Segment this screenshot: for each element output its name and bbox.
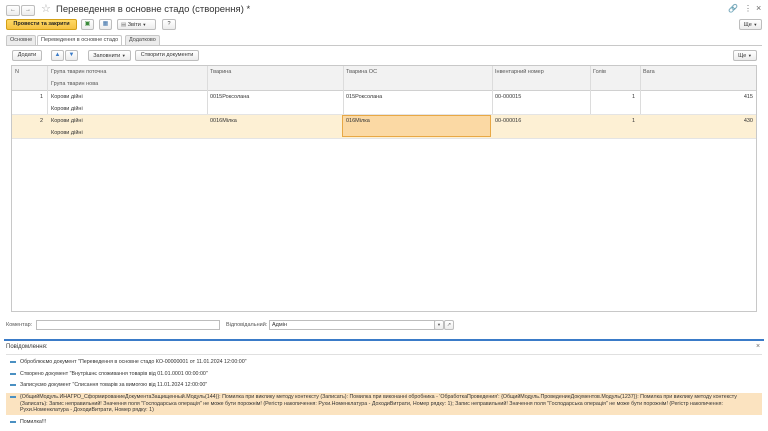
fill-label: Заповнити	[93, 53, 121, 59]
group-current-cell[interactable]: Корови дійні	[51, 94, 83, 100]
group-new-cell[interactable]: Корови дійні	[51, 106, 83, 112]
col-group-new-header[interactable]: Група тварин нова	[51, 81, 98, 87]
weight-cell[interactable]: 430	[643, 118, 753, 124]
favorite-star-icon[interactable]: ☆	[41, 2, 51, 15]
tabs-divider	[6, 45, 762, 46]
comment-label: Коментар:	[6, 322, 33, 328]
chevron-down-icon: ▼	[437, 322, 441, 327]
save-button[interactable]: ▦	[99, 19, 112, 30]
table-more-label: Ще	[738, 53, 747, 59]
chevron-down-icon: ▼	[142, 22, 147, 27]
heads-cell[interactable]: 1	[593, 94, 635, 100]
forward-button[interactable]: →	[21, 5, 35, 16]
document-post-icon: ▣	[84, 21, 91, 27]
post-and-close-button[interactable]: Провести та закрити	[6, 19, 77, 30]
responsible-open-button[interactable]: ↗	[444, 320, 454, 330]
message-item-error[interactable]: {ОбщийМодуль.ИНАГРО_СформированиеДокумен…	[6, 393, 762, 415]
arrow-up-icon: ▲	[54, 52, 61, 58]
inventory-cell[interactable]: 00-000016	[495, 118, 521, 124]
message-text: Створено документ "Внутрішнє споживання …	[20, 371, 208, 377]
messages-close-icon[interactable]: ×	[756, 343, 760, 350]
open-link-icon: ↗	[446, 322, 452, 328]
animal-cell[interactable]: 0015Роксолана	[210, 94, 249, 100]
more-button[interactable]: Ще ▼	[739, 19, 762, 30]
table-more-button[interactable]: Ще ▼	[733, 50, 757, 61]
messages-header-divider	[6, 354, 762, 355]
add-row-button[interactable]: Додати	[12, 50, 42, 61]
col-group-current-header[interactable]: Група тварин поточна	[51, 69, 106, 75]
tab-main[interactable]: Основне	[6, 35, 37, 45]
responsible-dropdown-button[interactable]: ▼	[434, 320, 444, 330]
save-icon: ▦	[102, 21, 109, 27]
chevron-down-icon: ▼	[753, 22, 758, 27]
inventory-cell[interactable]: 00-000015	[495, 94, 521, 100]
col-animal-os-header[interactable]: Тварина ОС	[346, 69, 377, 75]
move-up-button[interactable]: ▲	[51, 50, 64, 61]
reports-button[interactable]: ▤ Звіти ▼	[117, 19, 156, 30]
create-documents-button[interactable]: Створити документи	[135, 50, 199, 61]
arrow-right-icon: →	[25, 7, 31, 13]
arrow-down-icon: ▼	[68, 52, 75, 58]
arrow-left-icon: ←	[10, 7, 16, 13]
messages-divider	[4, 339, 764, 341]
more-vertical-icon[interactable]: ⋮	[744, 4, 752, 13]
weight-cell[interactable]: 415	[643, 94, 753, 100]
messages-title: Повідомлення:	[6, 344, 48, 350]
message-item[interactable]: Оброблюємо документ "Переведення в основ…	[6, 359, 762, 366]
table-row[interactable]: 1 Корови дійні Корови дійні 0015Роксолан…	[12, 91, 756, 115]
animals-table: N Група тварин поточна Група тварин нова…	[11, 65, 757, 312]
fill-button[interactable]: Заповнити ▼	[88, 50, 131, 61]
responsible-input[interactable]: Адмін	[269, 320, 435, 330]
animal-os-cell[interactable]: 015Роксолана	[346, 94, 382, 100]
back-button[interactable]: ←	[6, 5, 20, 16]
col-weight-header[interactable]: Вага	[643, 69, 655, 75]
heads-cell[interactable]: 1	[593, 118, 635, 124]
tab-additional[interactable]: Додатково	[125, 35, 160, 45]
move-down-button[interactable]: ▼	[65, 50, 78, 61]
chevron-down-icon: ▼	[121, 53, 126, 58]
help-button[interactable]: ?	[162, 19, 176, 30]
responsible-label: Відповідальний:	[226, 322, 268, 328]
link-icon[interactable]: 🔗	[728, 4, 738, 13]
reports-label: Звіти	[127, 22, 141, 28]
message-text: Записуємо документ "Списання товарів за …	[20, 382, 208, 388]
group-new-cell[interactable]: Корови дійні	[51, 130, 83, 136]
col-inventory-header[interactable]: Інвентарний номер	[495, 69, 544, 75]
close-icon[interactable]: ×	[756, 3, 761, 13]
message-text: Оброблюємо документ "Переведення в основ…	[20, 359, 247, 365]
row-number: 1	[39, 94, 43, 100]
message-item[interactable]: Помилка!!!	[6, 419, 762, 426]
animal-cell[interactable]: 0016Мілка	[210, 118, 237, 124]
chevron-down-icon: ▼	[747, 53, 752, 58]
comment-input[interactable]	[36, 320, 220, 330]
row-number: 2	[39, 118, 43, 124]
col-n-header[interactable]: N	[15, 69, 19, 75]
report-icon: ▤	[121, 22, 127, 28]
window-title: Переведення в основне стадо (створення) …	[56, 4, 251, 15]
post-button[interactable]: ▣	[81, 19, 94, 30]
col-animal-header[interactable]: Тварина	[210, 69, 231, 75]
table-row-selected[interactable]: 2 Корови дійні Корови дійні 0016Мілка 01…	[12, 115, 756, 139]
animal-os-cell[interactable]: 016Мілка	[346, 118, 370, 124]
message-item[interactable]: Записуємо документ "Списання товарів за …	[6, 382, 762, 389]
col-heads-header[interactable]: Голів	[593, 69, 606, 75]
message-text: Помилка!!!	[20, 419, 47, 425]
message-item[interactable]: Створено документ "Внутрішнє споживання …	[6, 371, 762, 378]
group-current-cell[interactable]: Корови дійні	[51, 118, 83, 124]
active-cell[interactable]: 016Мілка	[342, 115, 491, 137]
more-label: Ще	[743, 22, 752, 28]
message-text: {ОбщийМодуль.ИНАГРО_СформированиеДокумен…	[20, 394, 737, 413]
